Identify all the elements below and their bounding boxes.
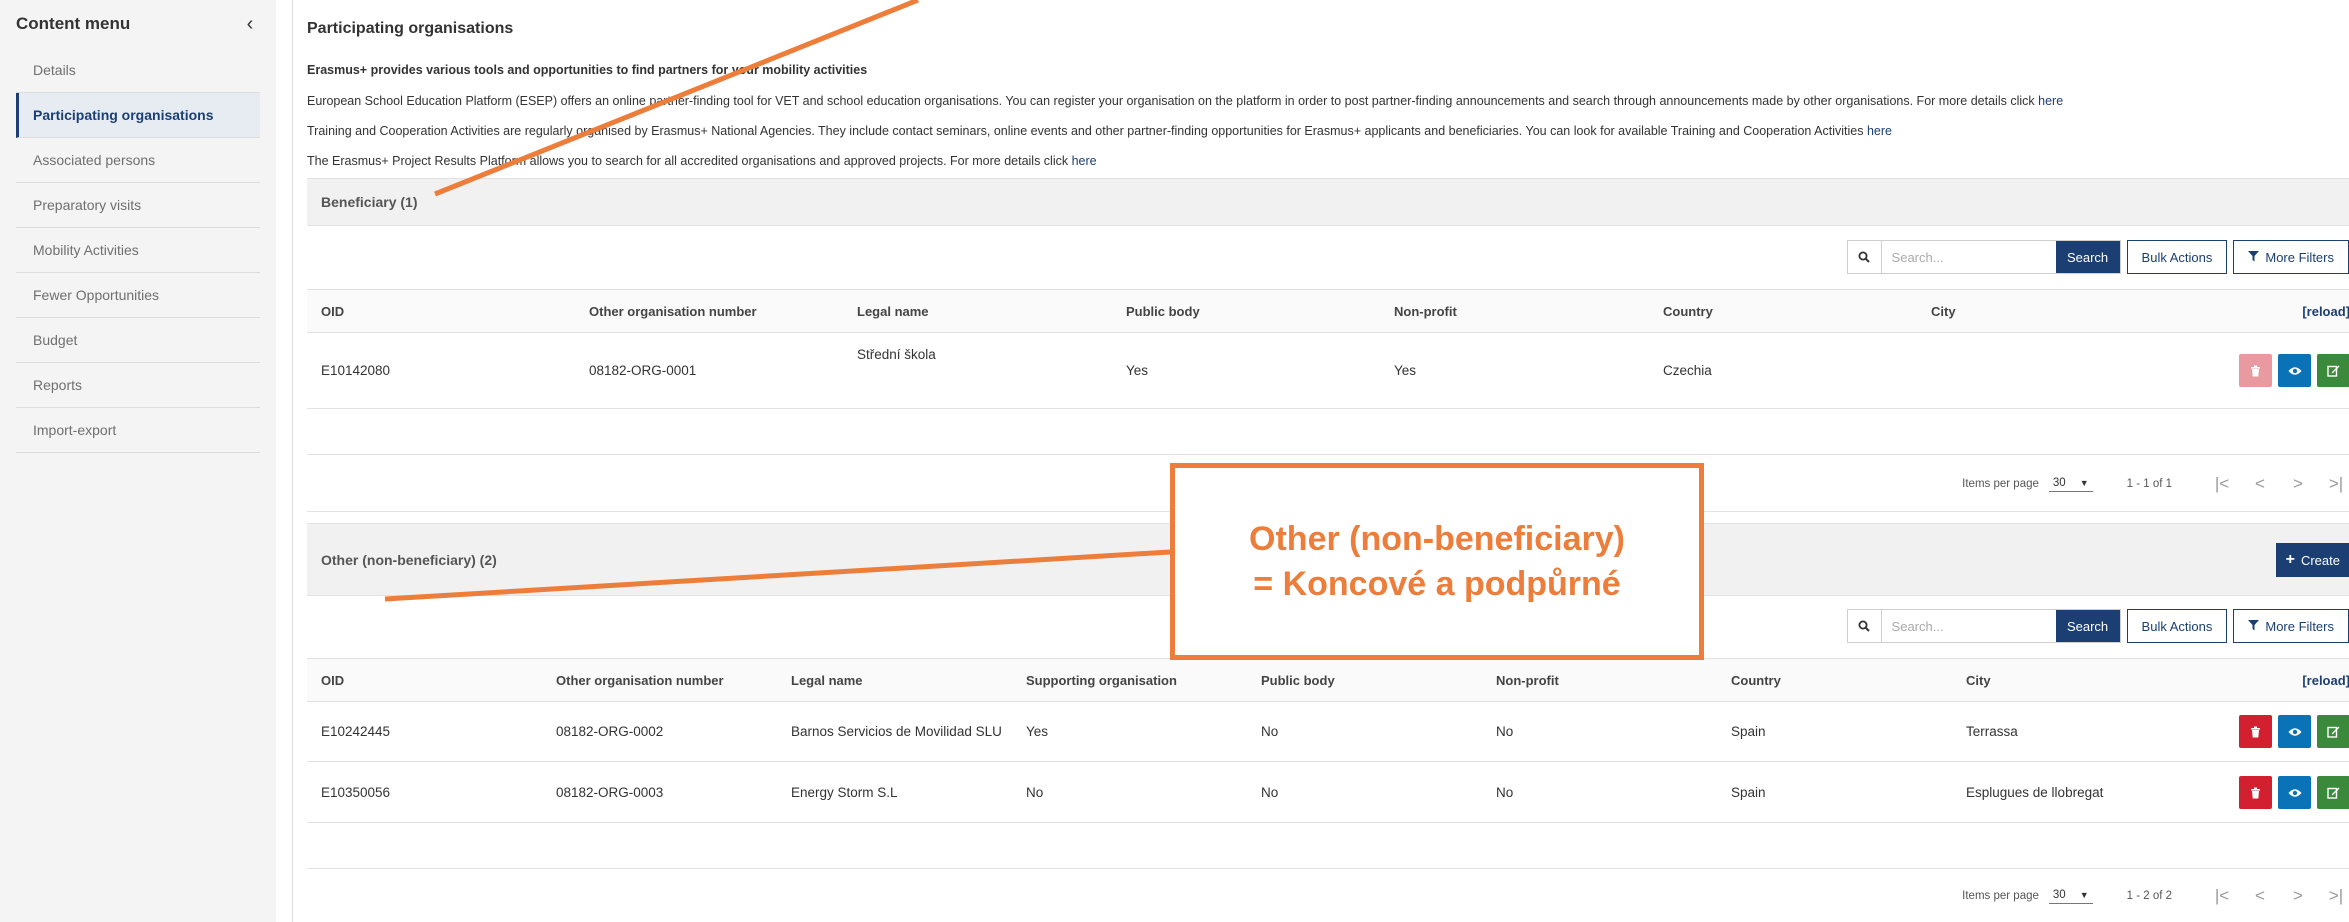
- annotation-arrows: [384, 0, 1171, 602]
- annotation-line-2: = Koncové a podpůrné: [1253, 564, 1621, 603]
- annotation-line-beneficiary: [434, 0, 919, 197]
- annotation-line-1: Other (non-beneficiary): [1249, 519, 1625, 558]
- annotation-line-other: [384, 549, 1171, 602]
- annotation-callout: Other (non-beneficiary) = Koncové a podp…: [1170, 463, 1704, 660]
